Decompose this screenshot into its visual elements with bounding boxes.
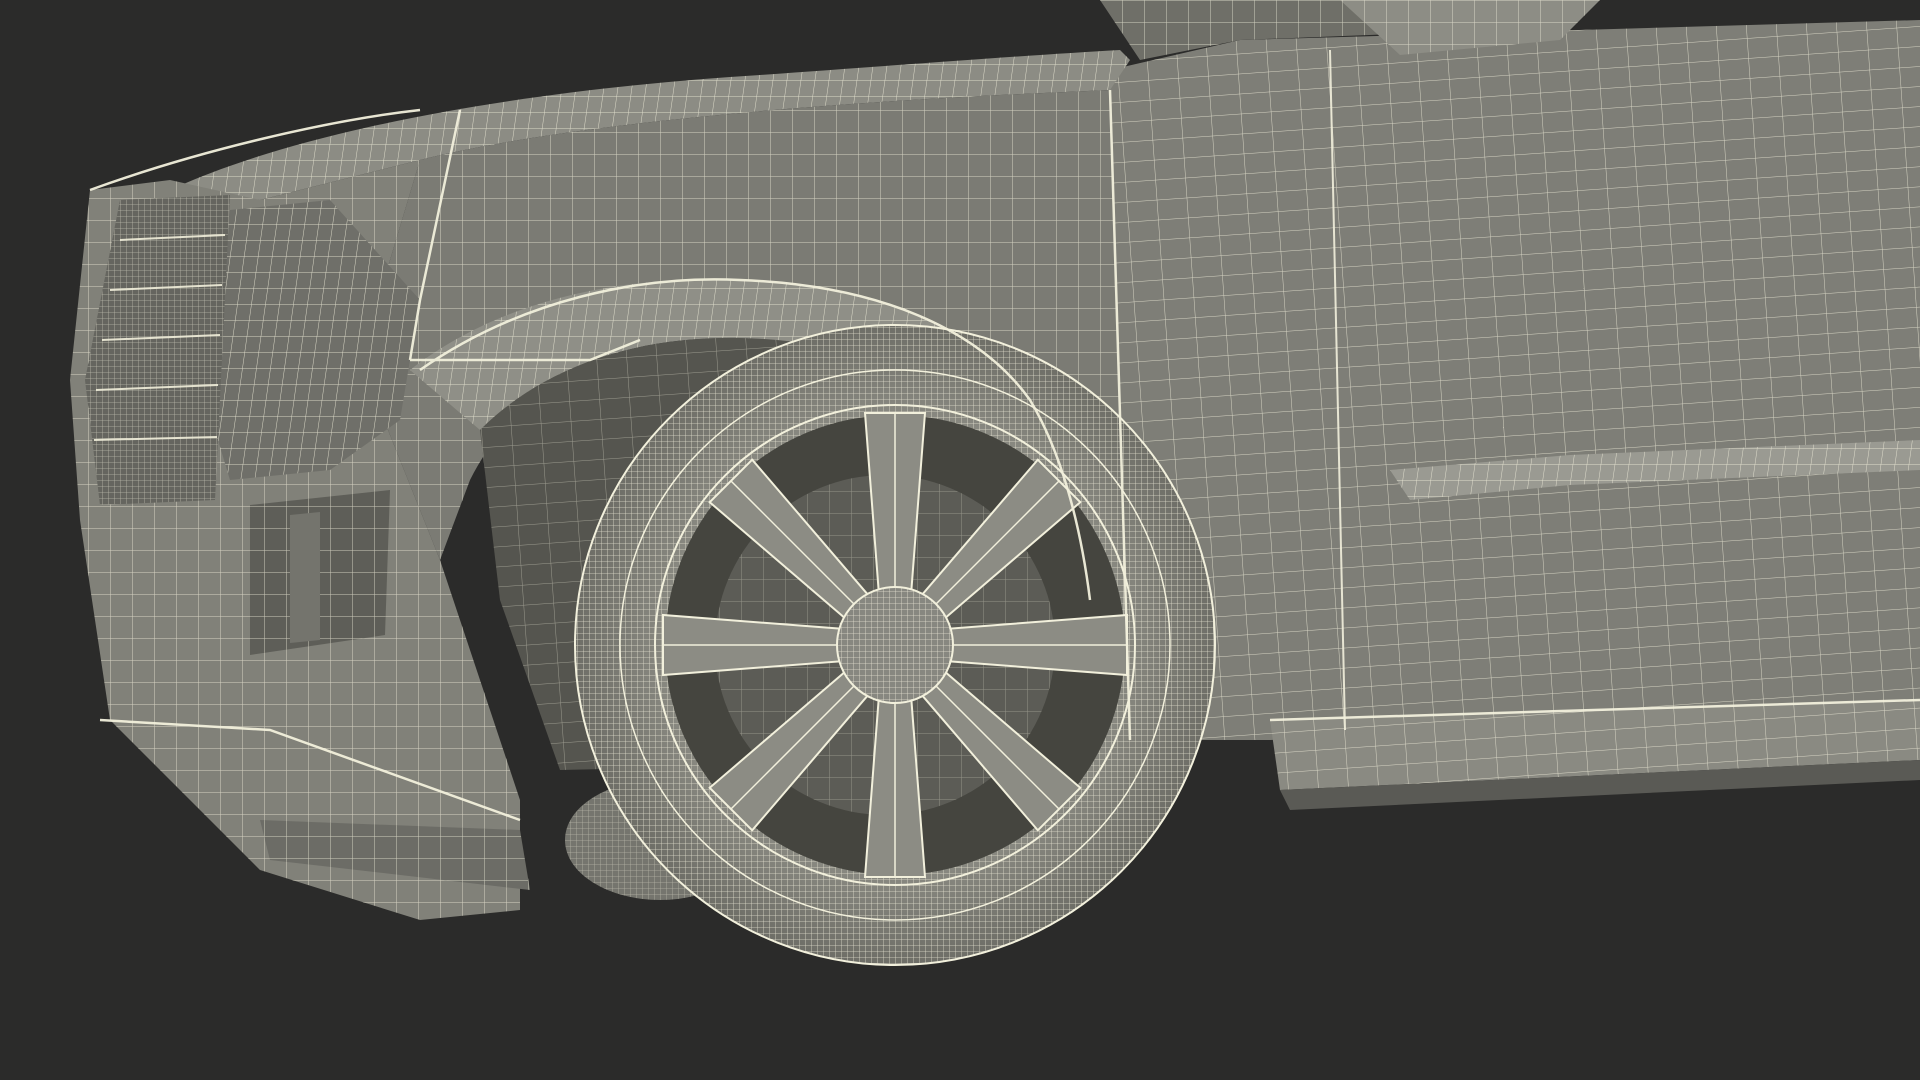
fog-lamp: [250, 490, 390, 655]
body-side-panel: [1110, 20, 1920, 740]
wireframe-viewport: [0, 0, 1920, 1080]
suv-wireframe-render: [70, 0, 1920, 966]
